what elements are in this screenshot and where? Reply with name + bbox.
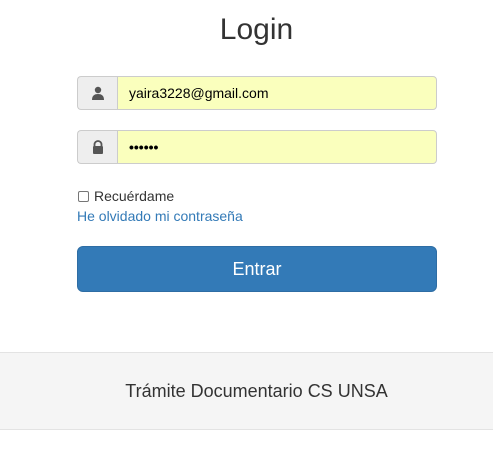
page-title: Login — [219, 13, 294, 46]
forgot-password-link[interactable]: He olvidado mi contraseña — [77, 207, 243, 225]
remember-me[interactable]: Recuérdame — [78, 188, 174, 204]
submit-button[interactable]: Entrar — [77, 246, 437, 292]
email-input-group: yaira3228@gmail.com — [77, 76, 437, 110]
remember-label: Recuérdame — [94, 188, 175, 204]
password-field[interactable]: •••••• — [117, 130, 437, 164]
footer: Trámite Documentario CS UNSA — [0, 352, 493, 430]
remember-checkbox[interactable] — [78, 190, 89, 202]
user-icon — [77, 76, 117, 110]
lock-icon — [77, 130, 117, 164]
login-page: Login yaira3228@gmail.com •••••• Recuérd… — [0, 0, 493, 461]
footer-text: Trámite Documentario CS UNSA — [125, 380, 388, 401]
password-input-group: •••••• — [77, 130, 437, 164]
email-field[interactable]: yaira3228@gmail.com — [117, 76, 437, 110]
